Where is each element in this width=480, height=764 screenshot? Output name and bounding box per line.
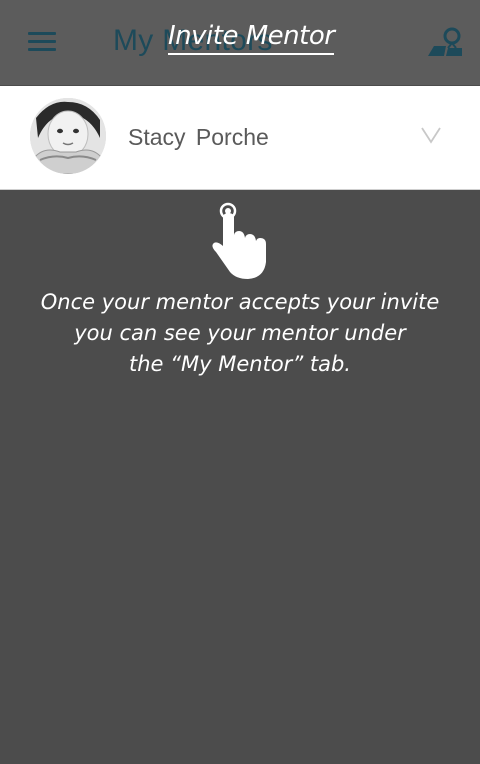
- mentor-name: Stacy Porche: [128, 124, 269, 150]
- person-location-icon[interactable]: [426, 26, 464, 60]
- tap-hand-icon: [212, 202, 266, 279]
- mentor-list-item[interactable]: Stacy Porche: [0, 86, 480, 190]
- hamburger-menu-icon[interactable]: [28, 32, 56, 52]
- coach-line: you can see your mentor under: [74, 321, 406, 345]
- coach-message: Once your mentor accepts your invite you…: [20, 287, 460, 380]
- avatar: [30, 98, 106, 174]
- coach-line: Once your mentor accepts your invite: [40, 290, 440, 314]
- coach-title: Invite Mentor: [168, 20, 335, 55]
- coach-line: the “My Mentor” tab.: [129, 352, 351, 376]
- chevron-down-icon[interactable]: [420, 126, 442, 144]
